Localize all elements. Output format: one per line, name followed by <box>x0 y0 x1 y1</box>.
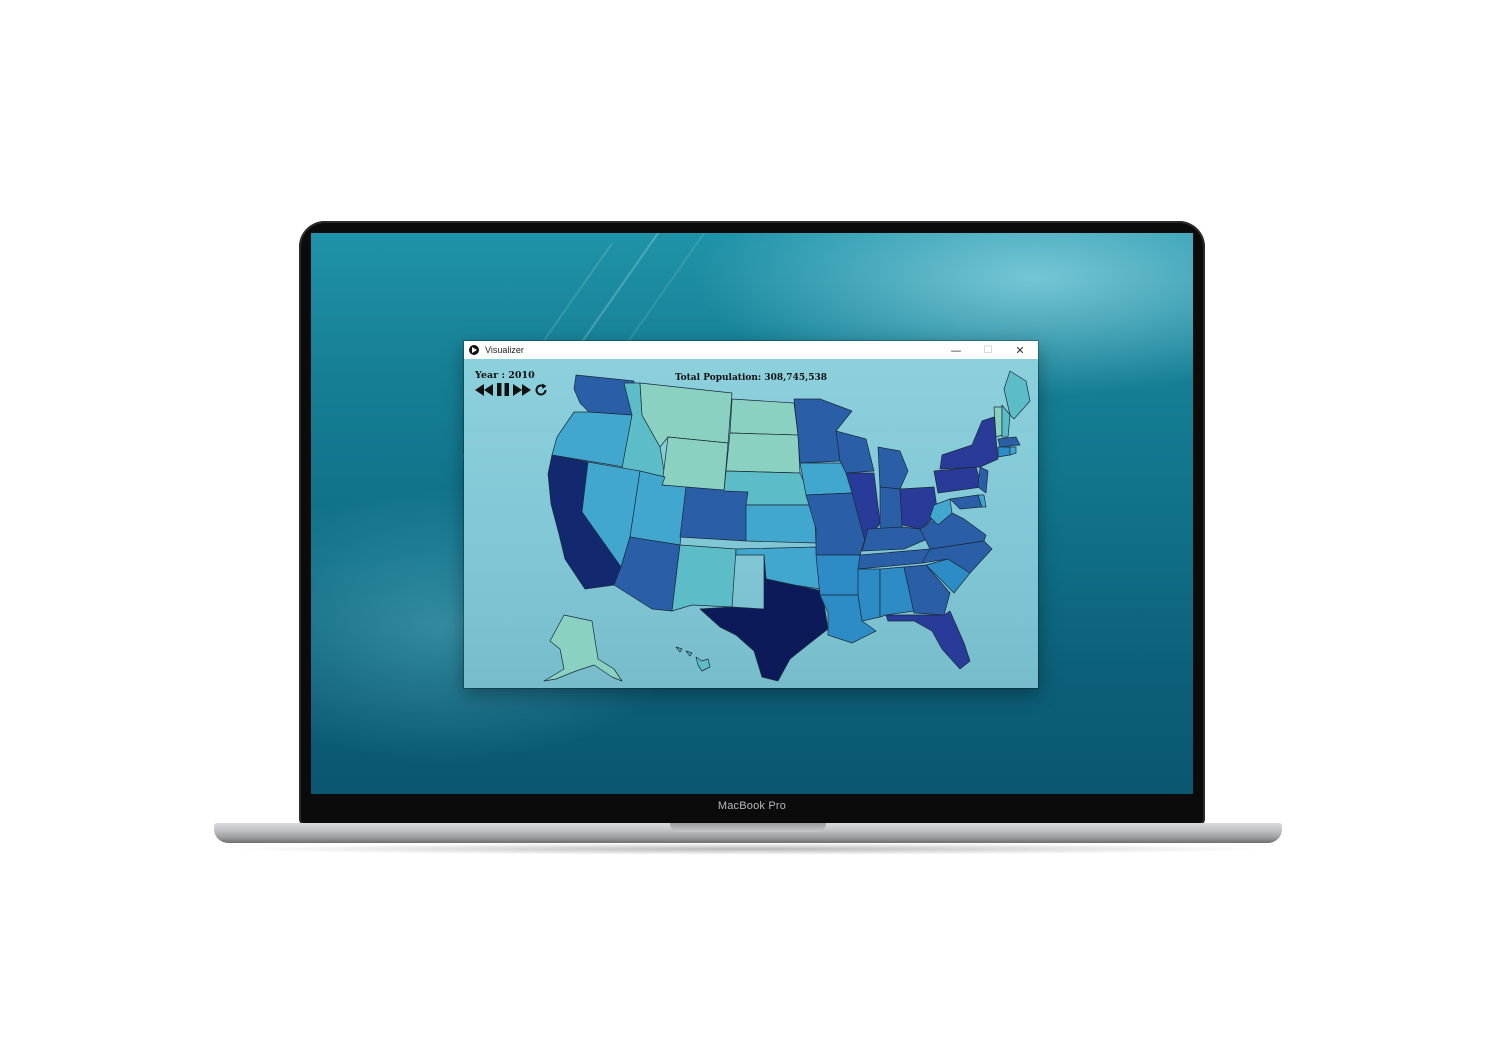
state-colorado <box>679 486 749 542</box>
visualizer-window: Visualizer — ☐ ✕ Year: 2010 Total Popul… <box>464 341 1038 688</box>
close-button[interactable]: ✕ <box>1004 341 1036 359</box>
laptop-shadow <box>230 843 1270 855</box>
state-new-jersey <box>977 466 989 494</box>
rewind-icon[interactable] <box>475 383 493 396</box>
refresh-icon[interactable] <box>534 383 548 397</box>
fast-forward-icon[interactable] <box>513 383 531 396</box>
state-mississippi <box>857 568 881 622</box>
window-titlebar[interactable]: Visualizer — ☐ ✕ <box>464 341 1038 359</box>
state-pennsylvania <box>933 466 983 494</box>
state-north-dakota <box>729 398 799 436</box>
state-connecticut <box>997 446 1011 458</box>
minimize-button[interactable]: — <box>940 341 972 359</box>
state-new-mexico <box>671 544 737 612</box>
state-massachusetts <box>997 436 1021 448</box>
laptop-notch <box>670 823 826 832</box>
window-title: Visualizer <box>485 345 524 355</box>
state-arkansas <box>815 554 861 596</box>
state-rhode-island <box>1009 446 1017 456</box>
state-wyoming <box>661 436 729 492</box>
state-south-dakota <box>725 432 801 474</box>
state-florida <box>885 610 971 670</box>
maximize-button[interactable]: ☐ <box>972 341 1004 359</box>
state-michigan <box>877 446 909 490</box>
us-population-map <box>543 370 1031 682</box>
state-new-york <box>939 416 999 470</box>
state-hawaii <box>695 656 711 672</box>
visualizer-canvas: Year : 2010 Total Population: 308,745,53… <box>464 359 1038 688</box>
state-kansas <box>745 504 817 544</box>
state-maryland <box>949 494 983 510</box>
device-brand-label: MacBook Pro <box>717 800 787 812</box>
state-alaska <box>543 614 623 682</box>
state-hawaii-islands <box>675 646 693 657</box>
total-population-label: Total Population: 308,745,538 <box>674 373 828 383</box>
playback-controls <box>475 382 548 397</box>
pause-icon[interactable] <box>496 383 510 396</box>
app-icon <box>469 345 479 355</box>
state-indiana <box>879 486 903 532</box>
